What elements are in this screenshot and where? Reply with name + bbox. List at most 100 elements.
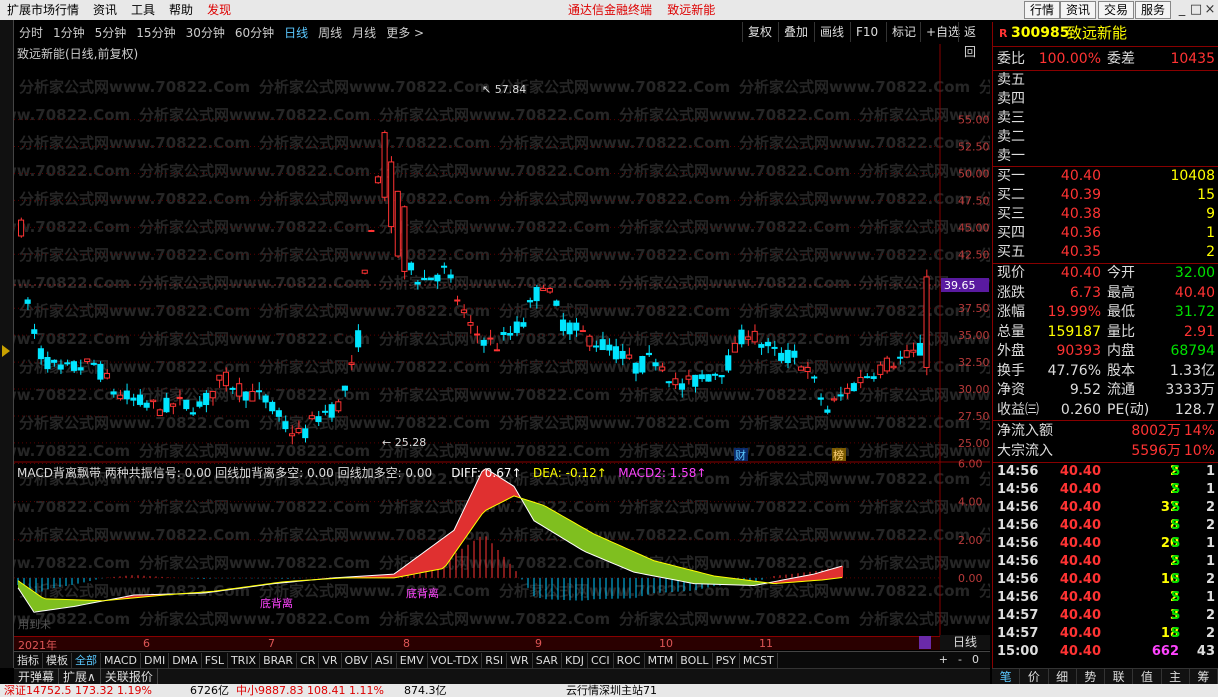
indicator-tab[interactable]: BOLL (677, 652, 713, 668)
indicator-tab[interactable]: MCST (740, 652, 778, 668)
detail-tab[interactable]: 势 (1077, 669, 1105, 684)
detail-tab[interactable]: 价 (1020, 669, 1049, 684)
ask-row: 卖二 (997, 129, 1025, 145)
period-weekly[interactable]: 周线 (313, 24, 347, 41)
detail-tab[interactable]: 值 (1133, 669, 1162, 684)
period-15min[interactable]: 15分钟 (131, 24, 180, 41)
detail-tab[interactable]: 笔 (992, 669, 1021, 684)
btn-market[interactable]: 行情 (1024, 1, 1061, 19)
bid-row: 买二 40.39 15 (997, 187, 1215, 203)
candle-body (203, 392, 210, 406)
kline-chart[interactable]: 分析家公式网www.70822.Com 分析家公式网www.70822.Com 分析… (14, 44, 990, 636)
watermark-text: 分析家公式网www.70822.Com (259, 78, 490, 96)
period-60min[interactable]: 60分钟 (230, 24, 279, 41)
zoom-control[interactable]: 0 (967, 653, 984, 666)
period-more[interactable]: 更多 > (381, 24, 429, 41)
indicator-tab[interactable]: PSY (713, 652, 740, 668)
period-30min[interactable]: 30分钟 (181, 24, 230, 41)
menu-item-ext[interactable]: 扩展市场行情 (0, 0, 86, 20)
indicator-tab[interactable]: BRAR (260, 652, 298, 668)
watermark-text: 分析家公式网www.70822.Com (19, 526, 250, 544)
indicator-tab[interactable]: DMI (141, 652, 170, 668)
indicator-tab[interactable]: KDJ (562, 652, 588, 668)
quote-panel: R 300985 致远新能 委比 100.00% 委差 10435 卖五 卖四 卖三… (992, 22, 1218, 668)
indicator-tab[interactable]: EMV (397, 652, 428, 668)
btn-extend[interactable]: 扩展∧ (59, 668, 101, 685)
zoom-control[interactable]: - (953, 653, 967, 666)
candle-body (513, 321, 520, 333)
r-flag: R (999, 27, 1008, 40)
expand-arrow-icon[interactable] (2, 345, 10, 357)
candle-body (123, 390, 130, 400)
menu-ads[interactable]: 通达信金融终端 致远新能 (568, 0, 715, 20)
candle-body (454, 299, 461, 302)
indicator-tab[interactable]: FSL (202, 652, 228, 668)
macd-band (48, 598, 51, 611)
indicator-tab[interactable]: 全部 (72, 652, 101, 668)
indicator-tab[interactable]: ROC (614, 652, 645, 668)
indicator-tab[interactable]: MACD (101, 652, 141, 668)
detail-tab[interactable]: 筹 (1190, 669, 1218, 684)
btn-overlay[interactable]: 叠加 (778, 22, 813, 42)
period-1min[interactable]: 1分钟 (48, 24, 90, 41)
menu-item-discover[interactable]: 发现 (200, 0, 238, 20)
indicator-tab[interactable]: VOL-TDX (428, 652, 483, 668)
period-monthly[interactable]: 月线 (347, 24, 381, 41)
trade-row: 15:00 40.40 662 43 (997, 644, 1215, 659)
btn-service[interactable]: 服务 (1135, 1, 1172, 19)
scroll-thumb[interactable] (919, 636, 931, 649)
left-strip[interactable] (0, 20, 14, 668)
macd-band (828, 569, 831, 580)
stock-code: 300985 (1011, 25, 1070, 41)
watermark-text: 分析家公式网www.70822.Com (499, 302, 730, 320)
btn-back[interactable]: 返回 (958, 22, 990, 59)
macd-band (432, 544, 435, 571)
btn-trade[interactable]: 交易 (1098, 1, 1135, 19)
btn-draw[interactable]: 画线 (814, 22, 849, 42)
btn-news[interactable]: 资讯 (1060, 1, 1097, 19)
indicator-tab[interactable]: OBV (342, 652, 372, 668)
detail-tab[interactable]: 联 (1105, 669, 1134, 684)
indicator-tab[interactable]: RSI (482, 652, 508, 668)
candle-body (698, 374, 705, 380)
btn-danmu[interactable]: 开弹幕 (14, 668, 60, 685)
indicator-tab[interactable]: CR (297, 652, 320, 668)
menu-item-help[interactable]: 帮助 (162, 0, 200, 20)
period-daily[interactable]: 日线 (279, 24, 313, 41)
btn-f10[interactable]: F10 (850, 22, 883, 42)
detail-tab[interactable]: 细 (1049, 669, 1077, 684)
btn-mark[interactable]: 标记 (886, 22, 921, 42)
candle-body (553, 300, 560, 306)
indicator-tab[interactable]: WR (507, 652, 533, 668)
candle-body (348, 362, 355, 365)
macd-band (57, 599, 60, 609)
period-fenshi[interactable]: 分时 (14, 24, 48, 41)
indicator-tab[interactable]: DMA (169, 652, 202, 668)
menu-item-news[interactable]: 资讯 (86, 0, 124, 20)
candle-body (302, 428, 309, 439)
period-5min[interactable]: 5分钟 (90, 24, 132, 41)
indicator-tab[interactable]: 模板 (43, 652, 72, 668)
menu-item-tools[interactable]: 工具 (124, 0, 162, 20)
order-ratio-row: 委比 100.00% 委差 10435 (997, 51, 1215, 67)
candle-body (897, 356, 904, 359)
candle-body (222, 371, 230, 387)
indicator-tab[interactable]: 指标 (14, 652, 43, 668)
candle-body (103, 373, 111, 379)
close-icon[interactable]: × (1200, 1, 1218, 19)
btn-fuquan[interactable]: 复权 (742, 22, 777, 42)
watermark-text: 分析家公式网www.70822.Com (499, 78, 730, 96)
indicator-tab[interactable]: SAR (533, 652, 563, 668)
macd-band (819, 571, 822, 581)
btn-related-quote[interactable]: 关联报价 (101, 668, 158, 685)
macd-band (738, 579, 741, 586)
indicator-tab[interactable]: TRIX (228, 652, 261, 668)
indicator-tab[interactable]: ASI (372, 652, 397, 668)
indicator-tab[interactable]: VR (319, 652, 342, 668)
indicator-tab[interactable]: CCI (588, 652, 614, 668)
zoom-control[interactable]: + (934, 653, 953, 666)
indicator-tab[interactable]: MTM (645, 652, 678, 668)
detail-tab[interactable]: 主 (1162, 669, 1190, 684)
watermark-text: 分析家公式网www.70822.Com (499, 414, 730, 432)
watermark-text: 分析家公式网www.70822.Com (19, 78, 250, 96)
